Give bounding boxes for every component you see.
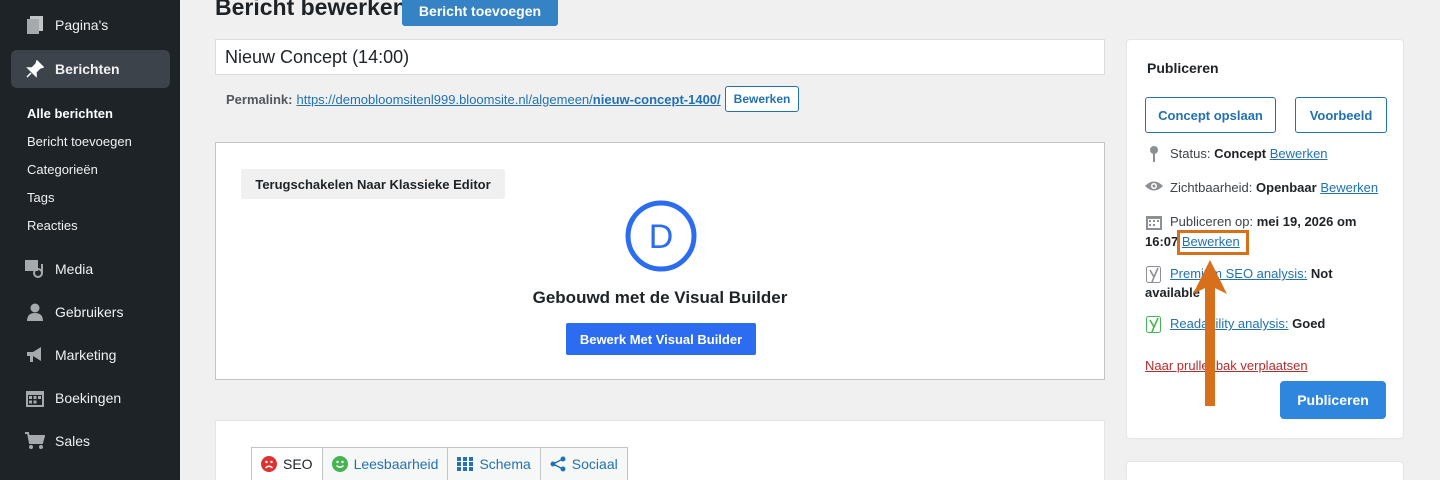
submenu-categories[interactable]: Categorieën (27, 162, 98, 177)
post-title-input[interactable]: Nieuw Concept (14:00) (215, 39, 1105, 75)
sidebar-item-pages[interactable]: Pagina's (11, 6, 170, 44)
publish-date-label: Publiceren op: (1170, 214, 1254, 229)
permalink-edit-button[interactable]: Bewerken (724, 86, 800, 112)
readability-row: Readability analysis: Goed (1145, 314, 1325, 334)
status-label: Status: (1170, 146, 1211, 161)
eye-icon (1145, 178, 1163, 192)
tab-label: Sociaal (571, 456, 618, 472)
sidebar-item-label: Pagina's (55, 17, 109, 33)
publish-time-value: 16:07 (1145, 234, 1179, 249)
seo-row: Premium SEO analysis: Not (1145, 264, 1395, 284)
permalink-row: Permalink: https://demobloomsitenl999.bl… (226, 86, 800, 112)
sidebar-item-posts[interactable]: Berichten (11, 50, 170, 88)
edit-visual-builder-button[interactable]: Bewerk Met Visual Builder (566, 323, 756, 355)
sidebar-item-label: Berichten (55, 61, 120, 77)
tab-label: Leesbaarheid (353, 456, 439, 472)
submenu-add-post[interactable]: Bericht toevoegen (27, 134, 132, 149)
permalink-label: Permalink: (226, 91, 293, 107)
visibility-edit-link[interactable]: Bewerken (1320, 180, 1378, 195)
preview-button[interactable]: Voorbeeld (1295, 97, 1387, 133)
tab-label: SEO (283, 456, 313, 472)
visibility-text: Zichtbaarheid: Openbaar Bewerken (1170, 178, 1378, 198)
calendar-icon (1145, 212, 1163, 230)
svg-text:D: D (649, 218, 674, 256)
add-post-button[interactable]: Bericht toevoegen (402, 0, 558, 26)
sidebar-item-label: Boekingen (55, 390, 122, 406)
calendar-icon (25, 388, 45, 408)
annotation-highlight-box (1177, 230, 1249, 255)
cart-icon (25, 431, 45, 451)
visibility-row: Zichtbaarheid: Openbaar Bewerken (1145, 178, 1378, 198)
pin-icon (25, 59, 45, 79)
sad-face-icon (261, 456, 277, 472)
sidebar-item-label: Sales (55, 433, 91, 449)
publish-box: Publiceren Concept opslaan Voorbeeld Sta… (1126, 39, 1404, 439)
submenu-all-posts[interactable]: Alle berichten (27, 106, 113, 121)
megaphone-icon (25, 345, 45, 365)
builder-title: Gebouwd met de Visual Builder (532, 288, 788, 307)
divi-logo-icon: D (625, 200, 697, 277)
status-value: Concept (1214, 146, 1267, 161)
submenu-tags[interactable]: Tags (27, 190, 54, 205)
submenu-comments[interactable]: Reacties (27, 218, 78, 233)
visibility-value: Openbaar (1256, 180, 1317, 195)
switch-classic-editor-button[interactable]: Terugschakelen Naar Klassieke Editor (241, 169, 505, 199)
tab-label: Schema (479, 456, 531, 472)
tab-social[interactable]: Sociaal (540, 447, 628, 480)
save-draft-button[interactable]: Concept opslaan (1145, 97, 1276, 133)
pin-icon (1145, 144, 1163, 162)
sidebar-item-label: Media (55, 261, 94, 277)
seo-value: Not (1310, 266, 1333, 281)
tab-readability[interactable]: Leesbaarheid (322, 447, 449, 480)
sidebar-item-media[interactable]: Media (11, 250, 170, 288)
visibility-label: Zichtbaarheid: (1170, 180, 1253, 195)
readability-value: Goed (1292, 316, 1326, 331)
status-row: Status: Concept Bewerken (1145, 144, 1328, 164)
admin-sidebar: Pagina's Berichten Alle berichten Berich… (0, 0, 180, 480)
publish-button[interactable]: Publiceren (1280, 381, 1386, 419)
publish-date-value: mei 19, 2026 om (1256, 214, 1357, 229)
sidebar-item-label: Gebruikers (55, 304, 124, 320)
sidebar-item-users[interactable]: Gebruikers (11, 293, 170, 331)
yoast-tabs: SEO Leesbaarheid Schema Sociaal (251, 447, 628, 480)
status-text: Status: Concept Bewerken (1170, 144, 1328, 164)
yoast-green-icon (1145, 314, 1163, 334)
yoast-metabox: SEO Leesbaarheid Schema Sociaal (215, 420, 1105, 480)
yoast-icon (1145, 264, 1163, 284)
pages-icon (25, 15, 45, 35)
permalink-slug: nieuw-concept-1400/ (592, 91, 721, 107)
tab-seo[interactable]: SEO (251, 447, 323, 480)
status-edit-link[interactable]: Bewerken (1270, 146, 1328, 161)
publish-box-title: Publiceren (1147, 60, 1219, 76)
readability-analysis-link[interactable]: Readability analysis: (1170, 316, 1289, 331)
tab-schema[interactable]: Schema (448, 447, 541, 480)
permalink-base: https://demobloomsitenl999.bloomsite.nl/… (296, 91, 593, 107)
media-icon (25, 259, 45, 279)
publish-date-row: Publiceren op: mei 19, 2026 om (1145, 212, 1395, 232)
annotation-arrow-icon (1191, 258, 1229, 413)
secondary-sidebar-box (1126, 461, 1404, 480)
happy-face-icon (331, 456, 348, 472)
sidebar-item-label: Marketing (55, 347, 117, 363)
page-title: Bericht bewerken (215, 0, 407, 20)
sidebar-item-bookings[interactable]: Boekingen (11, 379, 170, 417)
sidebar-item-sales[interactable]: Sales (11, 422, 170, 460)
publish-date-text: Publiceren op: mei 19, 2026 om (1170, 212, 1356, 232)
sidebar-item-marketing[interactable]: Marketing (11, 336, 170, 374)
share-icon (550, 456, 566, 472)
grid-icon (457, 457, 474, 471)
visual-builder-box: Terugschakelen Naar Klassieke Editor D G… (215, 142, 1105, 380)
user-icon (25, 302, 45, 322)
permalink-link[interactable]: https://demobloomsitenl999.bloomsite.nl/… (296, 92, 720, 107)
